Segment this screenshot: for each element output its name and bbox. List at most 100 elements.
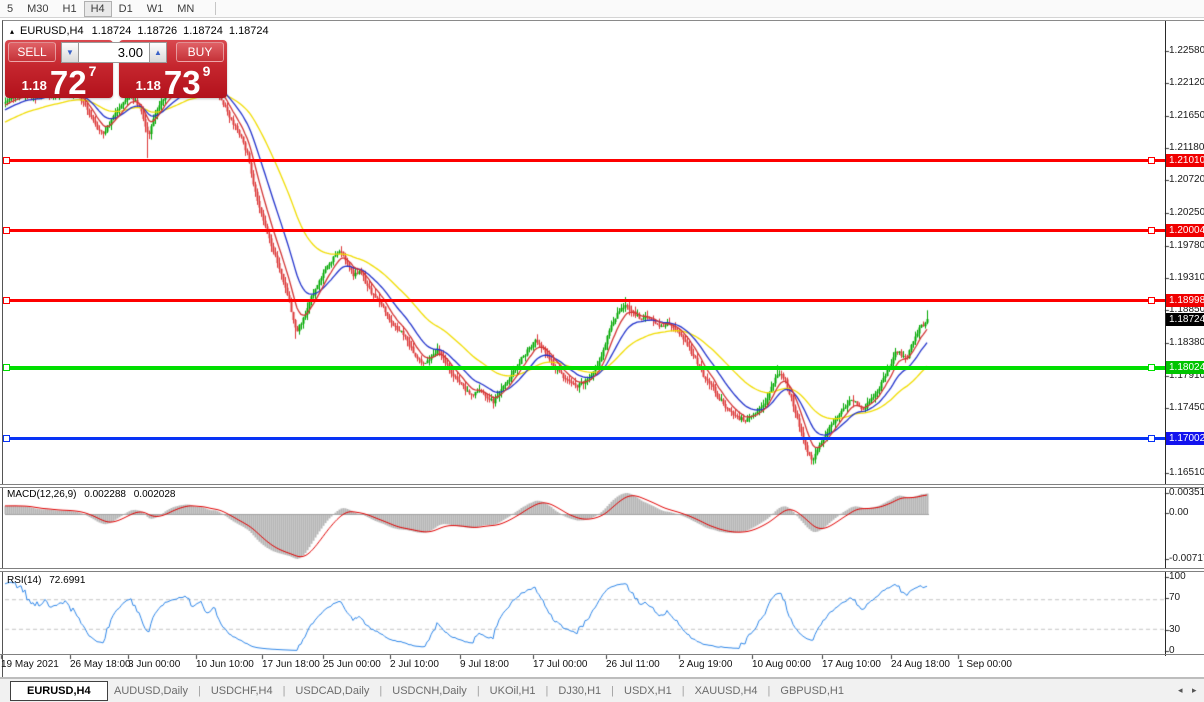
sell-price: 1.18 72 7 — [5, 62, 113, 101]
sell-price-big: 72 — [49, 64, 87, 101]
tab-xauusd-h4[interactable]: XAUUSD,H4 — [685, 685, 768, 697]
macd-title: MACD(12,26,9) — [7, 489, 77, 500]
buy-price-prefix: 1.18 — [135, 78, 161, 93]
rsi-pane-bottom-border — [0, 654, 1204, 655]
rsi-title: RSI(14) — [7, 575, 42, 586]
hline-left-handle[interactable] — [3, 435, 10, 443]
time-label: 10 Aug 00:00 — [752, 659, 811, 670]
rsi-label: RSI(14) 72.6991 — [7, 575, 85, 586]
mt-terminal: 5M30H1H4D1W1MN 1.225801.221201.216501.21… — [0, 0, 1204, 702]
tab-usdcad-daily[interactable]: USDCAD,Daily — [285, 685, 379, 697]
macd-signal-value: 0.002028 — [133, 489, 176, 500]
rsi-value: 72.6991 — [49, 575, 86, 586]
price-axis-line — [1165, 21, 1166, 656]
tab-usdx-h1[interactable]: USDX,H1 — [614, 685, 682, 697]
price-tick-1.20720: 1.20720 — [1169, 174, 1204, 186]
time-label: 26 Jul 11:00 — [606, 659, 660, 670]
macd-axis--0.00717: -0.00717 — [1169, 553, 1204, 564]
price-tick-1.21650: 1.21650 — [1169, 109, 1204, 121]
one-click-trading-panel: SELL 1.18 72 7 BUY 1.18 73 9 ▼ ▲ — [5, 40, 227, 101]
price-tick-1.22580: 1.22580 — [1169, 45, 1204, 56]
rsi-axis-30: 30 — [1169, 624, 1181, 635]
ohlc-low: 1.18724 — [183, 25, 223, 37]
price-tag-1.18024: 1.18024 — [1166, 361, 1204, 375]
time-label: 25 Jun 00:00 — [323, 659, 381, 670]
tab-ukoil-h1[interactable]: UKOil,H1 — [480, 685, 546, 697]
hline-left-handle[interactable] — [3, 296, 10, 304]
price-tag-1.18724: 1.18724 — [1166, 312, 1204, 326]
chart-tabs: AUDUSD,Daily | USDCHF,H4 | USDCAD,Daily | USDC… — [104, 681, 854, 701]
time-label: 17 Jun 18:00 — [262, 659, 320, 670]
time-label: 17 Aug 10:00 — [822, 659, 881, 670]
time-label: 3 Jun 00:00 — [128, 659, 181, 670]
hline-right-handle[interactable] — [1148, 156, 1155, 164]
time-label: 10 Jun 10:00 — [196, 659, 254, 670]
price-tick-1.16510: 1.16510 — [1169, 466, 1204, 478]
tab-usdchf-h4[interactable]: USDCHF,H4 — [201, 685, 283, 697]
price-tick-1.19310: 1.19310 — [1169, 272, 1204, 284]
price-tag-1.21010: 1.21010 — [1166, 153, 1204, 167]
time-label: 2 Aug 19:00 — [679, 659, 733, 670]
buy-price: 1.18 73 9 — [119, 62, 227, 101]
volume-increase-icon[interactable]: ▲ — [149, 42, 167, 63]
price-tag-1.17002: 1.17002 — [1166, 432, 1204, 446]
tab-usdcnh-daily[interactable]: USDCNH,Daily — [382, 685, 477, 697]
macd-axis-0.00: 0.00 — [1169, 507, 1189, 518]
tab-audusd-daily[interactable]: AUDUSD,Daily — [104, 685, 198, 697]
price-tick-1.19780: 1.19780 — [1169, 239, 1204, 251]
hline-1.21010[interactable] — [3, 158, 1165, 162]
hline-right-handle[interactable] — [1148, 364, 1155, 372]
volume-input[interactable] — [79, 42, 149, 63]
sell-price-prefix: 1.18 — [21, 78, 47, 93]
hline-right-handle[interactable] — [1148, 435, 1155, 443]
macd-axis-0.003515: 0.003515 — [1169, 487, 1204, 498]
tab-eurusd-h4-active[interactable]: EURUSD,H4 — [10, 681, 108, 701]
time-label: 24 Aug 18:00 — [891, 659, 950, 670]
macd-pane-separator[interactable] — [0, 484, 1204, 488]
hline-1.20004[interactable] — [3, 228, 1165, 232]
price-tick-1.22120: 1.22120 — [1169, 76, 1204, 88]
tab-dj30-h1[interactable]: DJ30,H1 — [548, 685, 611, 697]
time-label: 9 Jul 18:00 — [460, 659, 509, 670]
hline-1.18998[interactable] — [3, 298, 1165, 302]
hline-right-handle[interactable] — [1148, 296, 1155, 304]
tab-scroll-right-icon[interactable]: ▸ — [1192, 685, 1197, 696]
chart-tab-bar: EURUSD,H4 AUDUSD,Daily | USDCHF,H4 | USDCAD,… — [0, 678, 1204, 702]
price-tick-1.18380: 1.18380 — [1169, 336, 1204, 348]
hline-right-handle[interactable] — [1148, 226, 1155, 234]
time-label: 1 Sep 00:00 — [958, 659, 1012, 670]
tab-scroll-left-icon[interactable]: ◂ — [1178, 685, 1183, 696]
volume-decrease-icon[interactable]: ▼ — [61, 42, 79, 63]
price-tag-1.18998: 1.18998 — [1166, 293, 1204, 307]
price-tick-1.21180: 1.21180 — [1169, 142, 1204, 154]
hline-left-handle[interactable] — [3, 226, 10, 234]
rsi-axis-0: 0 — [1169, 645, 1175, 656]
buy-button[interactable]: BUY — [176, 42, 224, 62]
rsi-axis-70: 70 — [1169, 592, 1181, 603]
hline-1.17002[interactable] — [3, 437, 1165, 441]
hline-left-handle[interactable] — [3, 156, 10, 164]
time-label: 26 May 18:00 — [70, 659, 131, 670]
buy-price-big: 73 — [163, 64, 201, 101]
collapse-panel-icon[interactable]: ▴ — [10, 27, 14, 36]
rsi-pane-separator[interactable] — [0, 568, 1204, 572]
price-tick-1.20250: 1.20250 — [1169, 206, 1204, 218]
time-label: 17 Jul 00:00 — [533, 659, 588, 670]
chart-title: ▴ EURUSD,H4 1.18724 1.18726 1.18724 1.18… — [10, 25, 275, 37]
macd-label: MACD(12,26,9) 0.002288 0.002028 — [7, 489, 175, 500]
buy-price-pip: 9 — [202, 63, 211, 79]
ohlc-high: 1.18726 — [137, 25, 178, 37]
tab-gbpusd-h1[interactable]: GBPUSD,H1 — [770, 685, 854, 697]
price-chart-canvas[interactable] — [0, 0, 1204, 702]
sell-price-pip: 7 — [88, 63, 97, 79]
macd-main-value: 0.002288 — [84, 489, 126, 500]
hline-1.18024[interactable] — [3, 365, 1165, 370]
price-tag-1.20004: 1.20004 — [1166, 223, 1204, 237]
chart-symbol-label: EURUSD,H4 — [20, 25, 84, 37]
hline-left-handle[interactable] — [3, 364, 10, 372]
time-label: 2 Jul 10:00 — [390, 659, 439, 670]
ohlc-close: 1.18724 — [228, 25, 269, 37]
ohlc-open: 1.18724 — [91, 25, 132, 37]
sell-button[interactable]: SELL — [8, 42, 56, 62]
rsi-axis-100: 100 — [1169, 571, 1186, 582]
